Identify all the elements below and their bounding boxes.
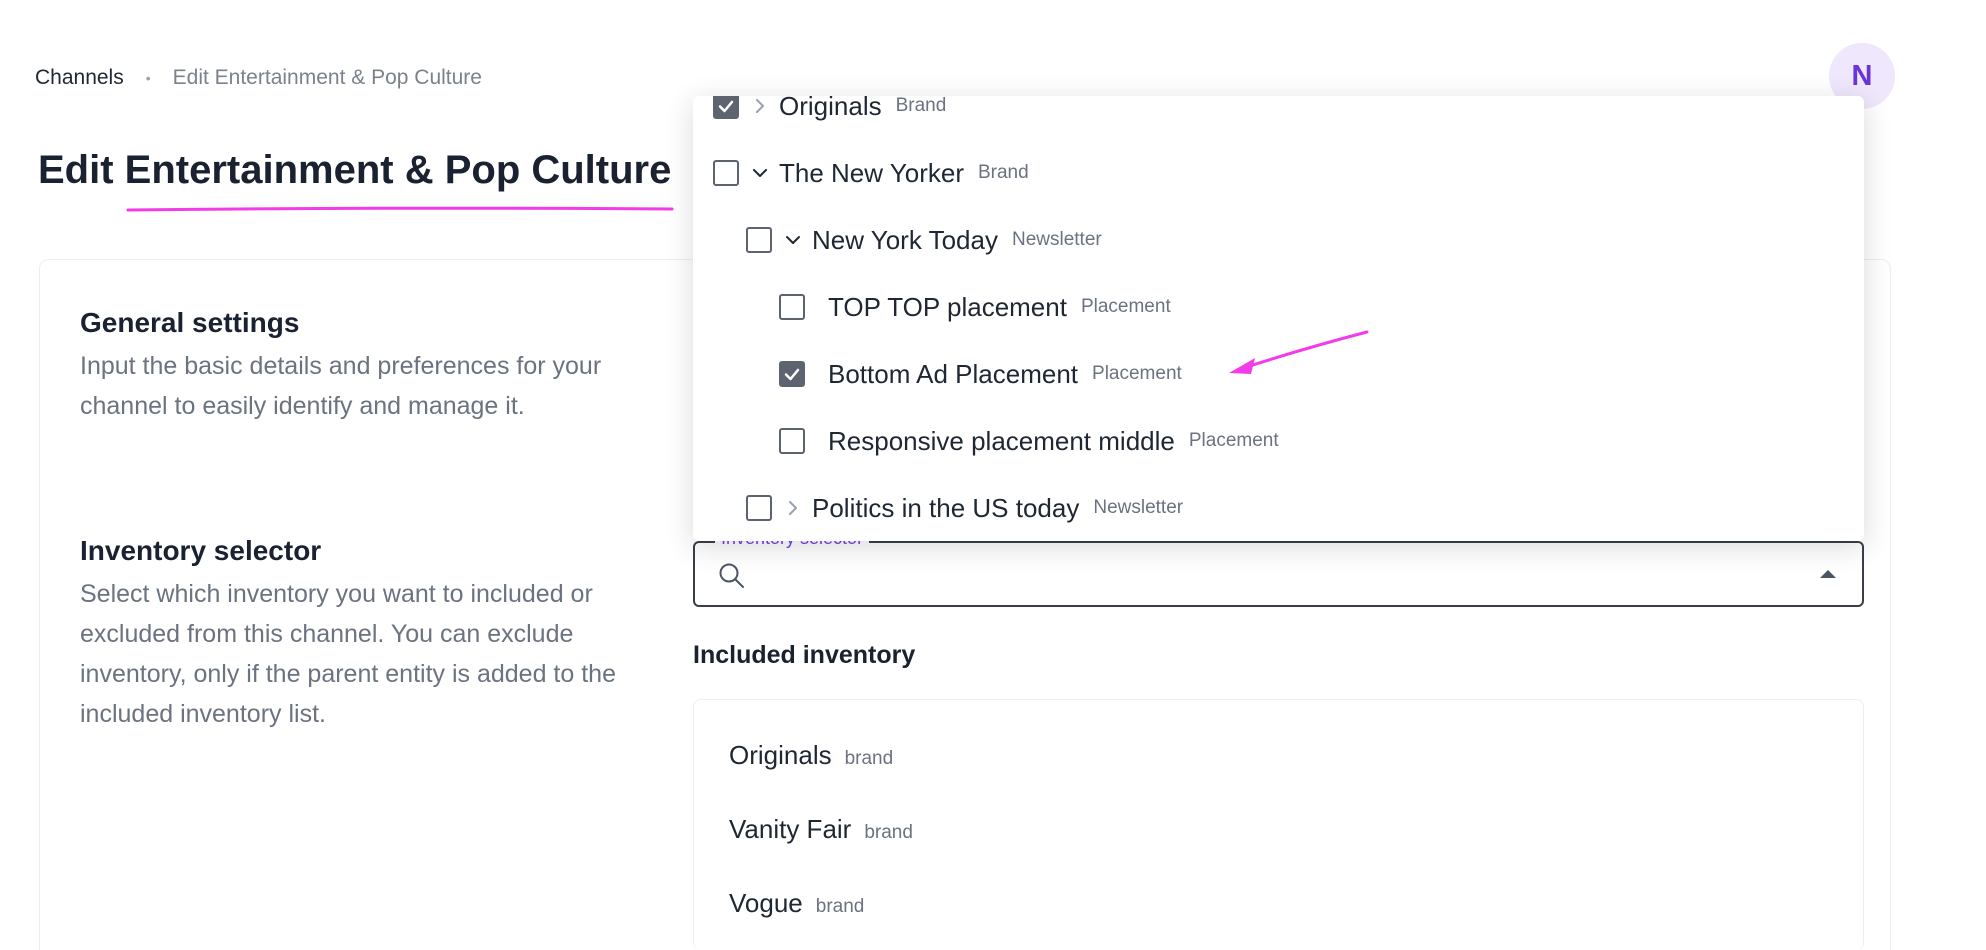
check-icon (784, 368, 800, 381)
included-inventory-list: Originals brand Vanity Fair brand Vogue … (693, 699, 1864, 950)
included-item-name: Vogue (729, 888, 803, 918)
checkbox[interactable] (746, 227, 772, 253)
included-item-type: brand (864, 822, 913, 843)
dropdown-item-type: Brand (977, 162, 1029, 183)
checkbox[interactable] (779, 428, 805, 454)
included-item-name: Vanity Fair (729, 814, 852, 844)
checkbox-checked[interactable] (713, 96, 739, 119)
dropdown-item-type: Placement (1092, 363, 1182, 384)
breadcrumb-channels-link[interactable]: Channels (35, 66, 124, 90)
dropdown-item-responsive-placement-middle[interactable]: Responsive placement middle Placement (779, 421, 1279, 461)
breadcrumb-separator: • (145, 70, 151, 86)
dropdown-item-politics-in-the-us-today[interactable]: Politics in the US today Newsletter (746, 488, 1183, 528)
chevron-right-icon[interactable] (782, 497, 804, 519)
page-title: Edit Entertainment & Pop Culture (38, 148, 672, 192)
breadcrumb-current: Edit Entertainment & Pop Culture (172, 66, 482, 89)
dropdown-item-name: New York Today (812, 224, 998, 255)
chevron-right-icon[interactable] (749, 96, 771, 117)
caret-up-icon[interactable] (1820, 570, 1836, 578)
dropdown-item-name: Bottom Ad Placement (828, 358, 1079, 389)
chevron-down-icon[interactable] (782, 229, 804, 251)
chevron-down-icon[interactable] (749, 162, 771, 184)
list-item[interactable]: Vanity Fair brand (729, 814, 913, 845)
breadcrumb: Channels • Edit Entertainment & Pop Cult… (35, 66, 482, 90)
dropdown-item-bottom-ad-placement[interactable]: Bottom Ad Placement Placement (779, 354, 1182, 394)
title-underline-annotation (126, 206, 674, 212)
list-item[interactable]: Vogue brand (729, 888, 864, 919)
general-settings-description: Input the basic details and preferences … (80, 352, 602, 420)
dropdown-item-name: Politics in the US today (812, 492, 1080, 523)
search-icon (719, 563, 744, 588)
checkbox-checked[interactable] (779, 361, 805, 387)
inventory-selector-input[interactable]: Inventory selector (693, 529, 1864, 607)
checkbox[interactable] (746, 495, 772, 521)
dropdown-item-type: Placement (1188, 430, 1279, 451)
list-item[interactable]: Originals brand (729, 740, 893, 771)
dropdown-item-originals[interactable]: Originals Brand (713, 96, 946, 126)
inventory-selector-title: Inventory selector (80, 535, 322, 566)
annotation-arrow-icon (1229, 330, 1369, 374)
check-icon (718, 100, 734, 113)
included-item-type: brand (844, 748, 894, 769)
included-item-name: Originals (729, 740, 832, 770)
dropdown-item-the-new-yorker[interactable]: The New Yorker Brand (713, 153, 1029, 193)
dropdown-item-type: Placement (1080, 296, 1171, 317)
general-settings-title: General settings (80, 307, 300, 338)
checkbox[interactable] (713, 160, 739, 186)
dropdown-item-name: Originals (779, 96, 882, 121)
dropdown-item-top-top-placement[interactable]: TOP TOP placement Placement (779, 287, 1171, 327)
dropdown-item-name: The New Yorker (779, 157, 964, 188)
included-inventory-label: Included inventory (693, 641, 916, 669)
included-item-type: brand (815, 896, 865, 917)
dropdown-item-type: Newsletter (1011, 229, 1102, 250)
checkbox[interactable] (779, 294, 805, 320)
inventory-selector-description: Select which inventory you want to inclu… (80, 580, 616, 728)
inventory-dropdown-panel: Originals Brand The New Yorker Brand New… (693, 96, 1864, 541)
dropdown-item-type: Brand (895, 96, 947, 116)
dropdown-item-type: Newsletter (1093, 497, 1184, 518)
dropdown-item-name: TOP TOP placement (828, 291, 1067, 322)
dropdown-item-name: Responsive placement middle (828, 425, 1175, 456)
dropdown-item-new-york-today[interactable]: New York Today Newsletter (746, 220, 1102, 260)
